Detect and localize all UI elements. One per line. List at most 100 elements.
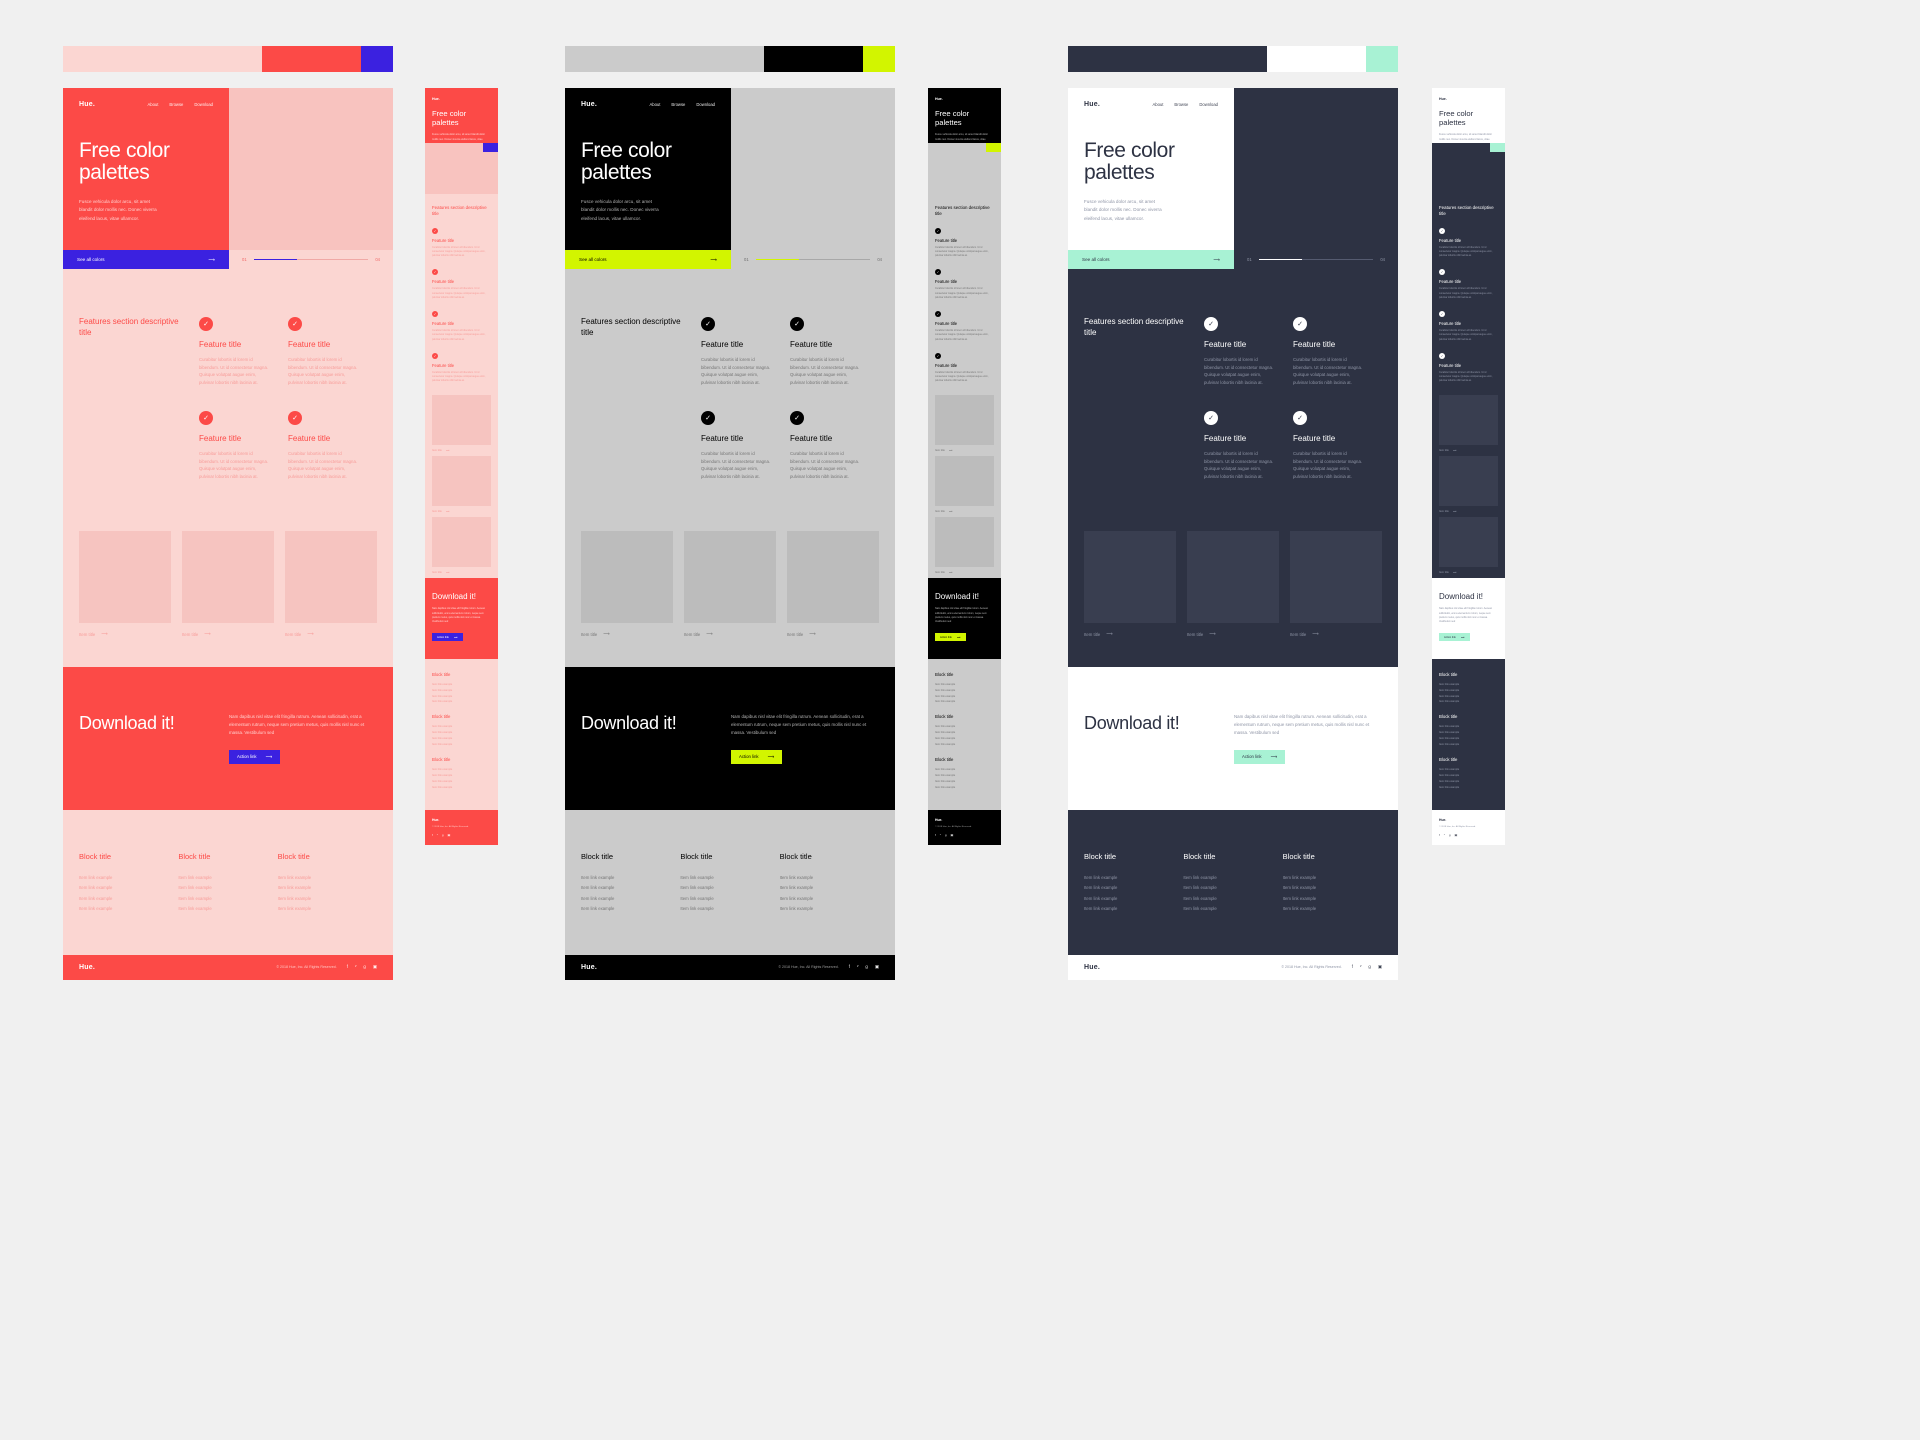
footer-link-item[interactable]: Item link example (79, 883, 178, 894)
see-all-colors-button[interactable]: See all colors ⟶ (565, 250, 731, 269)
google-plus-icon[interactable]: g (945, 833, 947, 837)
card-item[interactable]: Item title ⟶ (432, 456, 491, 513)
facebook-icon[interactable]: f (347, 964, 348, 970)
facebook-icon[interactable]: f (432, 833, 433, 837)
nav-item-download[interactable]: Download (194, 102, 213, 107)
twitter-icon[interactable]: ᵛ (940, 833, 941, 837)
footer-link-item[interactable]: Item link example (278, 873, 377, 884)
footer-link-item[interactable]: Item link example (432, 699, 491, 705)
see-all-colors-button[interactable]: See all colors ⟶ (63, 250, 229, 269)
google-plus-icon[interactable]: g (1368, 964, 1370, 970)
instagram-icon[interactable]: ▣ (373, 964, 377, 970)
card-item[interactable]: Item title ⟶ (432, 395, 491, 452)
palette-swatch-0[interactable] (565, 46, 764, 72)
footer-link-item[interactable]: Item link example (935, 699, 994, 705)
palette-swatch-0[interactable] (1068, 46, 1267, 72)
footer-link-item[interactable]: Item link example (1439, 785, 1498, 791)
card-item[interactable]: Item title ⟶ (285, 531, 377, 637)
action-link-button[interactable]: Action link ⟶ (731, 749, 782, 764)
footer-link-item[interactable]: Item link example (1439, 699, 1498, 705)
instagram-icon[interactable]: ▣ (447, 833, 450, 837)
twitter-icon[interactable]: ᵛ (1444, 833, 1445, 837)
footer-brand-logo[interactable]: Hue. (1084, 964, 1100, 971)
facebook-icon[interactable]: f (935, 833, 936, 837)
footer-link-item[interactable]: Item link example (432, 785, 491, 791)
facebook-icon[interactable]: f (849, 964, 850, 970)
footer-brand-logo[interactable]: Hue. (1439, 818, 1498, 822)
palette-swatch-1[interactable] (763, 46, 864, 72)
footer-link-item[interactable]: Item link example (935, 785, 994, 791)
nav-item-about[interactable]: About (147, 102, 158, 107)
google-plus-icon[interactable]: g (865, 964, 867, 970)
google-plus-icon[interactable]: g (1449, 833, 1451, 837)
footer-brand-logo[interactable]: Hue. (432, 818, 491, 822)
twitter-icon[interactable]: ᵛ (857, 964, 858, 970)
footer-link-item[interactable]: Item link example (935, 742, 994, 748)
nav-item-download[interactable]: Download (696, 102, 715, 107)
facebook-icon[interactable]: f (1439, 833, 1440, 837)
footer-link-item[interactable]: Item link example (680, 873, 779, 884)
card-item[interactable]: Item title ⟶ (1439, 456, 1498, 513)
footer-link-item[interactable]: Item link example (1084, 873, 1183, 884)
nav-item-browse[interactable]: Browse (671, 102, 685, 107)
palette-swatch-1[interactable] (261, 46, 362, 72)
footer-link-item[interactable]: Item link example (581, 883, 680, 894)
footer-link-item[interactable]: Item link example (278, 894, 377, 905)
palette-swatch-2[interactable] (361, 46, 393, 72)
brand-logo[interactable]: Hue. (1084, 101, 1100, 108)
footer-link-item[interactable]: Item link example (680, 904, 779, 915)
footer-link-item[interactable]: Item link example (1283, 873, 1382, 884)
palette-swatch-2[interactable] (1366, 46, 1398, 72)
footer-brand-logo[interactable]: Hue. (935, 818, 994, 822)
card-item[interactable]: Item title ⟶ (787, 531, 879, 637)
footer-link-item[interactable]: Item link example (178, 894, 277, 905)
slider-track[interactable] (1258, 259, 1374, 260)
footer-link-item[interactable]: Item link example (79, 894, 178, 905)
footer-link-item[interactable]: Item link example (780, 894, 879, 905)
card-item[interactable]: Item title ⟶ (182, 531, 274, 637)
footer-link-item[interactable]: Item link example (1439, 742, 1498, 748)
action-link-button[interactable]: Action link ⟶ (229, 749, 280, 764)
card-item[interactable]: Item title ⟶ (1187, 531, 1279, 637)
footer-link-item[interactable]: Item link example (79, 873, 178, 884)
footer-link-item[interactable]: Item link example (1183, 873, 1282, 884)
footer-link-item[interactable]: Item link example (178, 873, 277, 884)
google-plus-icon[interactable]: g (442, 833, 444, 837)
twitter-icon[interactable]: ᵛ (1360, 964, 1361, 970)
card-item[interactable]: Item title ⟶ (581, 531, 673, 637)
card-item[interactable]: Item title ⟶ (1084, 531, 1176, 637)
card-item[interactable]: Item title ⟶ (684, 531, 776, 637)
nav-item-about[interactable]: About (1152, 102, 1163, 107)
nav-item-browse[interactable]: Browse (169, 102, 183, 107)
card-item[interactable]: Item title ⟶ (935, 456, 994, 513)
instagram-icon[interactable]: ▣ (1454, 833, 1457, 837)
brand-logo[interactable]: Hue. (581, 101, 597, 108)
twitter-icon[interactable]: ᵛ (437, 833, 438, 837)
palette-swatch-0[interactable] (63, 46, 262, 72)
palette-swatch-2[interactable] (863, 46, 895, 72)
slider-track[interactable] (755, 259, 871, 260)
card-item[interactable]: Item title ⟶ (1290, 531, 1382, 637)
card-item[interactable]: Item title ⟶ (935, 395, 994, 452)
palette-swatch-1[interactable] (1266, 46, 1367, 72)
instagram-icon[interactable]: ▣ (1378, 964, 1382, 970)
footer-link-item[interactable]: Item link example (1283, 894, 1382, 905)
brand-logo[interactable]: Hue. (935, 97, 994, 101)
footer-link-item[interactable]: Item link example (1283, 904, 1382, 915)
footer-link-item[interactable]: Item link example (79, 904, 178, 915)
footer-link-item[interactable]: Item link example (1183, 883, 1282, 894)
twitter-icon[interactable]: ᵛ (355, 964, 356, 970)
card-item[interactable]: Item title ⟶ (935, 517, 994, 574)
see-all-colors-button[interactable] (483, 143, 498, 152)
footer-link-item[interactable]: Item link example (780, 904, 879, 915)
footer-link-item[interactable]: Item link example (1084, 883, 1183, 894)
see-all-colors-button[interactable] (1490, 143, 1505, 152)
card-item[interactable]: Item title ⟶ (432, 517, 491, 574)
footer-link-item[interactable]: Item link example (278, 904, 377, 915)
action-link-button[interactable]: Action link ⟶ (935, 633, 966, 642)
brand-logo[interactable]: Hue. (432, 97, 491, 101)
footer-link-item[interactable]: Item link example (581, 873, 680, 884)
card-item[interactable]: Item title ⟶ (1439, 395, 1498, 452)
footer-link-item[interactable]: Item link example (1183, 894, 1282, 905)
action-link-button[interactable]: Action link ⟶ (432, 633, 463, 642)
